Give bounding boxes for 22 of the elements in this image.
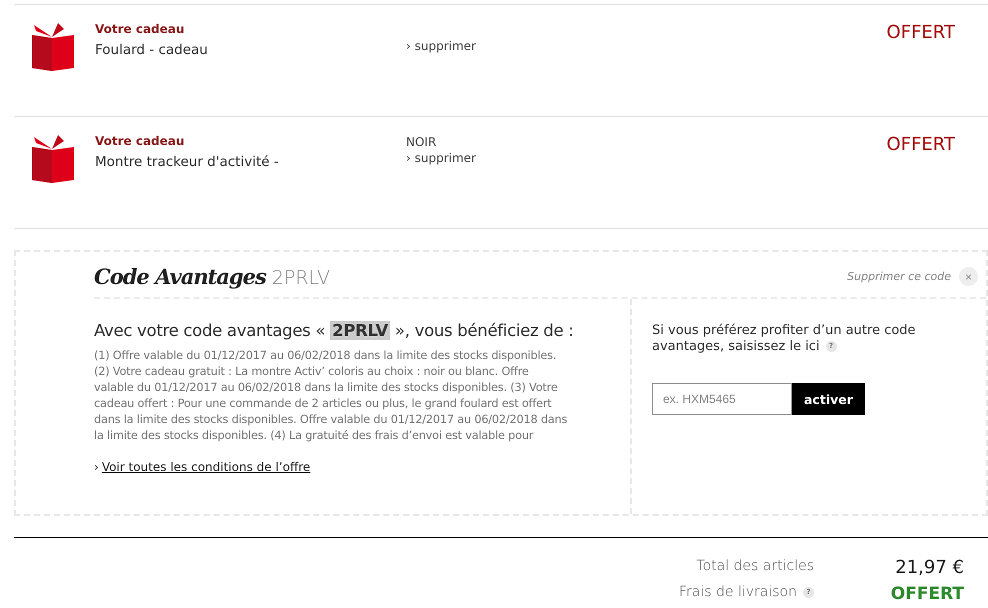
- price: OFFERT: [886, 134, 955, 157]
- gift-icon: [32, 133, 74, 183]
- total-value: OFFERT: [890, 584, 964, 604]
- offer-conditions: (1) Offre valable du 01/12/2017 au 06/02/2018 dans la limite des stocks disponibles. (2) Votre cadeau gratuit : La montre Activ’ coloris au choix : noir ou blanc. Offre valable du 01/12/2017 au 06/02/2018 dans la limite des stocks disponibles. (3) Votre cadeau offert : Pour une commande de 2 articles ou plus, le grand foulard est offert dans la limite des stocks disponibles. Offre valable du 01/12/2017 au 06/02/2018 dans la limite des stocks disponibles. (4) La gratuité des frais d’envoi est valable pour: [94, 348, 568, 444]
- remove-link[interactable]: › supprimer: [406, 151, 476, 165]
- total-label: Total des articles: [696, 558, 814, 576]
- gift-label: Votre cadeau: [95, 22, 184, 36]
- gift-icon: [32, 21, 74, 71]
- remove-code-link[interactable]: Supprimer ce code: [847, 270, 951, 283]
- gift-label: Votre cadeau: [95, 134, 184, 148]
- total-value: 21,97 €: [895, 558, 964, 578]
- remove-link[interactable]: › supprimer: [406, 39, 476, 53]
- promo-title: Code Avantages: [94, 264, 266, 289]
- product-name: Foulard - cadeau: [95, 42, 208, 58]
- price: OFFERT: [886, 22, 955, 45]
- activate-button[interactable]: activer: [792, 383, 865, 415]
- product-color: NOIR: [406, 135, 436, 149]
- code-input[interactable]: ex. HXM5465: [652, 383, 792, 415]
- chevron-text: ›: [94, 460, 99, 474]
- product-name: Montre trackeur d'activité -: [95, 154, 279, 170]
- conditions-link[interactable]: Voir toutes les conditions de l’offre: [102, 460, 310, 474]
- promo-code: 2PRLV: [272, 267, 330, 289]
